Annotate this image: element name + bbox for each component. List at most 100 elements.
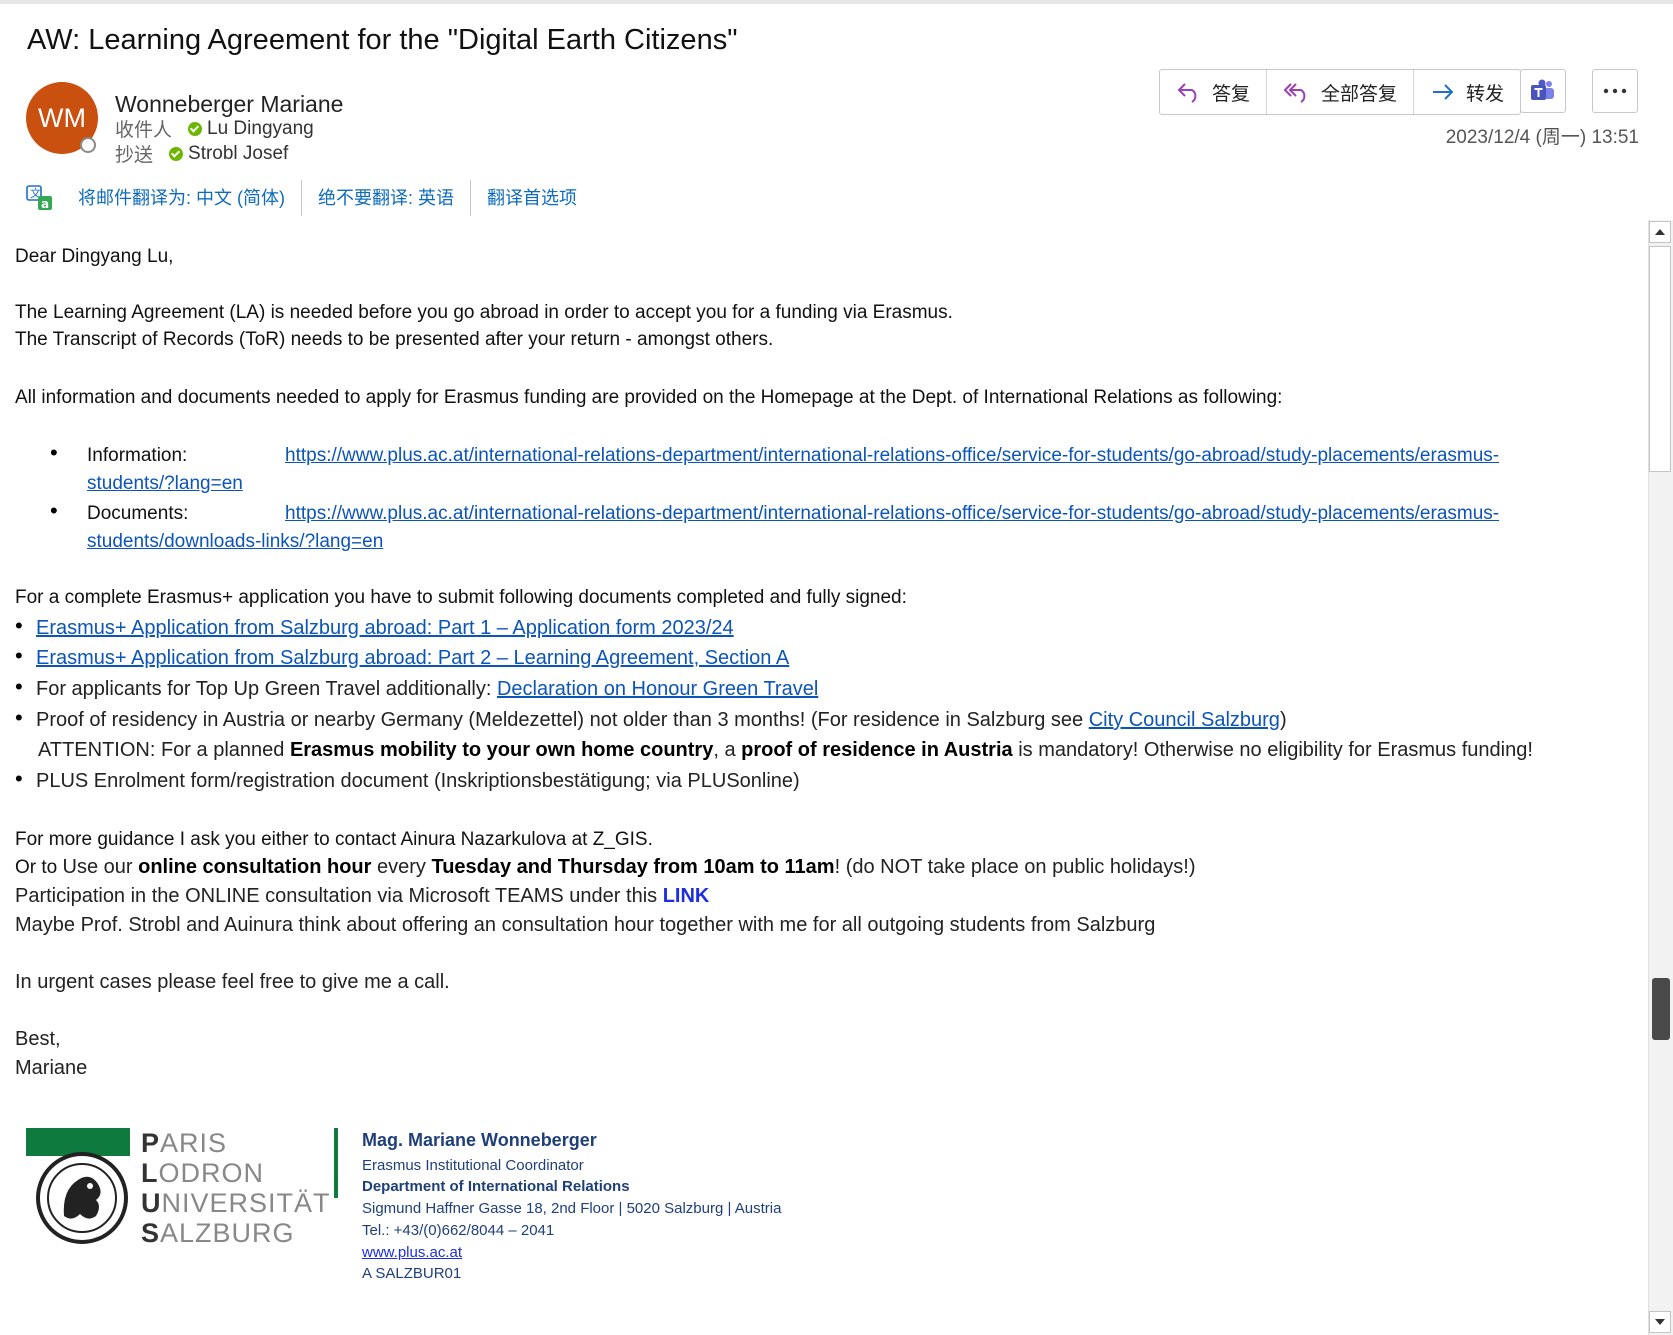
- teams-text: Participation in the ONLINE consultation…: [15, 885, 663, 907]
- consultation-line: Or to Use our online consultation hour e…: [15, 856, 1196, 879]
- window-top-edge: [0, 0, 1673, 4]
- reply-button[interactable]: 答复: [1160, 70, 1268, 114]
- attention-text: is mandatory! Otherwise no eligibility f…: [1012, 739, 1533, 761]
- consultation-text: ! (do NOT take place on public holidays!…: [834, 856, 1196, 878]
- green-travel-item: For applicants for Top Up Green Travel a…: [36, 678, 818, 701]
- svg-text:a: a: [41, 197, 49, 211]
- bullet: •: [15, 705, 23, 730]
- bullet: •: [50, 440, 58, 465]
- attention-note: ATTENTION: For a planned Erasmus mobilit…: [38, 739, 1533, 762]
- avatar-initials: WM: [38, 102, 86, 133]
- info-label: Information:: [87, 445, 188, 466]
- logo-line: SALZBURG: [141, 1218, 295, 1248]
- forward-icon: [1433, 84, 1454, 100]
- paragraph-info: All information and documents needed to …: [15, 387, 1283, 408]
- consultation-text: Or to: [15, 857, 63, 878]
- bullet: •: [15, 674, 23, 699]
- reply-actions-group: 答复 全部答复 转发: [1159, 69, 1522, 115]
- translate-message-link[interactable]: 将邮件翻译为: 中文 (简体): [62, 180, 302, 216]
- to-line: 收件人 Lu Dingyang: [115, 115, 314, 142]
- green-travel-text: For applicants for Top Up Green Travel a…: [36, 678, 497, 700]
- translation-bar: 文 a 将邮件翻译为: 中文 (简体) 绝不要翻译: 英语 翻译首选项: [26, 180, 593, 216]
- attention-bold-mobility: Erasmus mobility to your own home countr…: [289, 739, 714, 761]
- documents-url-link-cont[interactable]: students/downloads-links/?lang=en: [87, 531, 383, 553]
- university-logo: PARIS LODRON UNIVERSITÄT SALZBURG: [26, 1128, 336, 1268]
- more-actions-button[interactable]: [1592, 69, 1638, 113]
- more-icon: [1603, 88, 1627, 94]
- available-status-icon: [188, 121, 203, 136]
- available-status-icon: [169, 146, 184, 161]
- scrollbar-thumb[interactable]: [1649, 246, 1671, 472]
- teams-icon: [1531, 79, 1554, 100]
- consultation-text: Use our: [62, 856, 139, 878]
- greeting: Dear Dingyang Lu,: [15, 246, 174, 267]
- forward-label: 转发: [1466, 83, 1505, 105]
- triangle-up-icon: [1655, 229, 1665, 235]
- triangle-down-icon: [1655, 1319, 1665, 1325]
- reply-all-icon: [1283, 83, 1306, 103]
- cc-recipient[interactable]: Strobl Josef: [188, 143, 288, 165]
- application-part2-link[interactable]: Erasmus+ Application from Salzburg abroa…: [36, 647, 789, 670]
- to-label: 收件人: [115, 120, 173, 141]
- residency-text-end: ): [1279, 709, 1287, 731]
- reply-label: 答复: [1212, 83, 1251, 105]
- bullet: •: [15, 766, 23, 791]
- teams-button[interactable]: [1520, 69, 1566, 113]
- attention-bold-residence: proof of residence in Austria: [741, 739, 1013, 761]
- side-panel-grip[interactable]: [1652, 978, 1670, 1040]
- translate-icon: 文 a: [26, 185, 52, 211]
- info-url-link[interactable]: https://www.plus.ac.at/international-rel…: [285, 445, 1499, 467]
- signature-website-link[interactable]: www.plus.ac.at: [362, 1244, 462, 1261]
- info-url-link-cont[interactable]: students/?lang=en: [87, 473, 243, 495]
- scroll-up-button[interactable]: [1649, 221, 1671, 243]
- signature-name: Mag. Mariane Wonneberger: [362, 1130, 597, 1150]
- attention-text: , a: [713, 739, 742, 761]
- presence-status-icon: [80, 137, 96, 153]
- application-part1-link[interactable]: Erasmus+ Application from Salzburg abroa…: [36, 617, 734, 640]
- signature-department: Department of International Relations: [362, 1178, 630, 1195]
- urgent-line: In urgent cases please feel free to give…: [15, 971, 450, 993]
- attention-text: ATTENTION: For a planned: [38, 739, 290, 761]
- to-recipient[interactable]: Lu Dingyang: [207, 118, 314, 140]
- bullet: •: [15, 643, 23, 668]
- reply-all-button[interactable]: 全部答复: [1267, 70, 1415, 114]
- documents-url-link[interactable]: https://www.plus.ac.at/international-rel…: [285, 503, 1499, 525]
- paragraph-la: The Learning Agreement (LA) is needed be…: [15, 302, 953, 323]
- never-translate-link[interactable]: 绝不要翻译: 英语: [302, 180, 472, 216]
- cc-line: 抄送 Strobl Josef: [115, 140, 288, 167]
- teams-link[interactable]: LINK: [663, 885, 710, 907]
- paragraph-complete-application: For a complete Erasmus+ application you …: [15, 587, 907, 608]
- bullet: •: [50, 498, 58, 523]
- paragraph-tor: The Transcript of Records (ToR) needs to…: [15, 329, 774, 350]
- teams-line: Participation in the ONLINE consultation…: [15, 885, 709, 908]
- city-council-link[interactable]: City Council Salzburg: [1089, 709, 1280, 731]
- signature-role: Erasmus Institutional Coordinator: [362, 1157, 584, 1174]
- enrolment-item: PLUS Enrolment form/registration documen…: [36, 770, 800, 792]
- logo-line: PARIS: [141, 1128, 228, 1158]
- residency-item: Proof of residency in Austria or nearby …: [36, 709, 1287, 732]
- cc-label: 抄送: [115, 145, 154, 166]
- signature-phone[interactable]: Tel.: +43/(0)662/8044 – 2041: [362, 1222, 554, 1239]
- forward-button[interactable]: 转发: [1414, 70, 1520, 114]
- consultation-bold-hour: online consultation hour: [138, 856, 372, 878]
- sender-signoff: Mariane: [15, 1057, 88, 1079]
- bullet: •: [15, 613, 23, 638]
- signature-address: Sigmund Haffner Gasse 18, 2nd Floor | 50…: [362, 1200, 782, 1217]
- maybe-line: Maybe Prof. Strobl and Auinura think abo…: [15, 914, 1156, 936]
- green-travel-link[interactable]: Declaration on Honour Green Travel: [497, 678, 818, 700]
- guidance-line: For more guidance I ask you either to co…: [15, 829, 653, 850]
- signature-erasmus-code: A SALZBUR01: [362, 1265, 462, 1282]
- sender-name[interactable]: Wonneberger Mariane: [115, 91, 343, 118]
- signature-divider: [334, 1128, 338, 1198]
- residency-text: Proof of residency in Austria or nearby …: [36, 709, 1089, 731]
- email-subject: AW: Learning Agreement for the "Digital …: [27, 24, 738, 56]
- logo-line: LODRON: [141, 1158, 264, 1188]
- logo-line: UNIVERSITÄT: [141, 1188, 331, 1218]
- consultation-text: every: [371, 856, 432, 878]
- sent-date: 2023/12/4 (周一) 13:51: [1445, 127, 1639, 148]
- closing: Best,: [15, 1028, 61, 1050]
- reply-icon: [1177, 83, 1197, 103]
- seal-icon: [36, 1152, 128, 1244]
- translation-preferences-link[interactable]: 翻译首选项: [471, 180, 593, 216]
- scroll-down-button[interactable]: [1649, 1311, 1671, 1333]
